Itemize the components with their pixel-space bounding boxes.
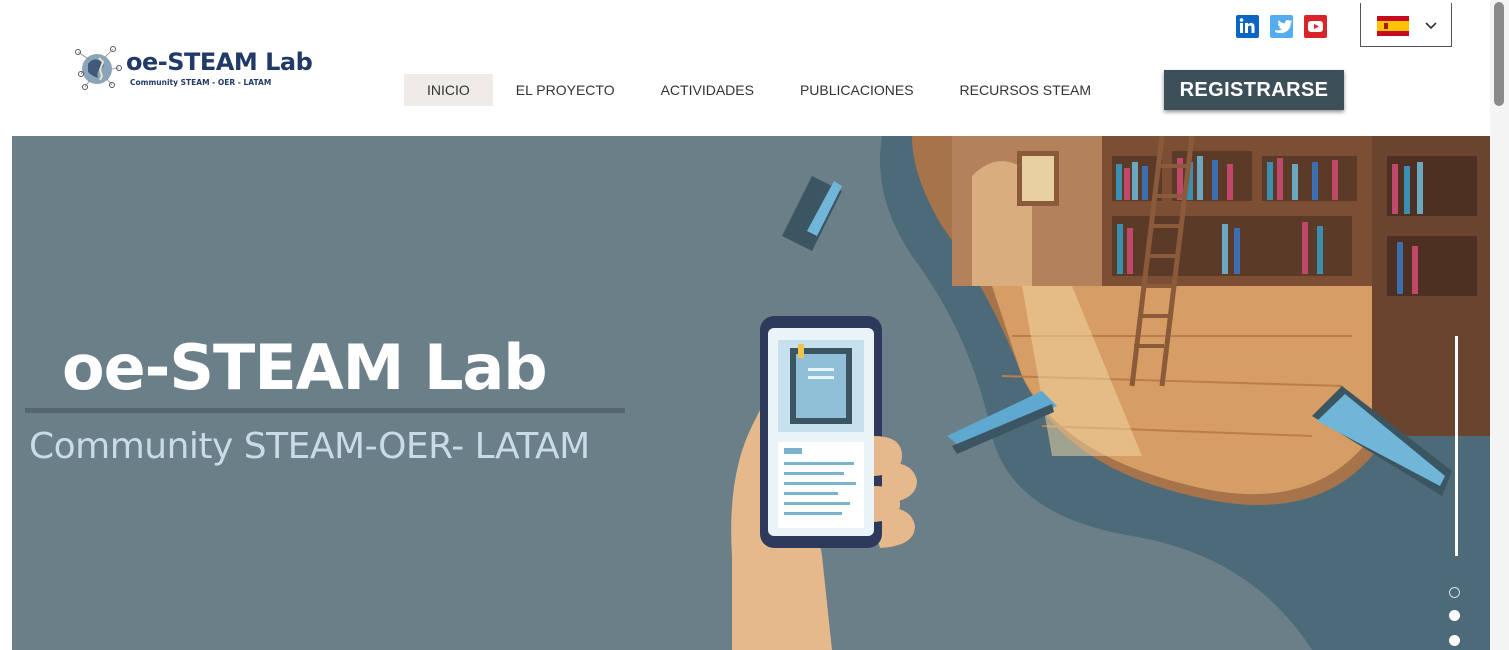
language-selector[interactable] [1360,3,1452,47]
spain-flag-icon [1377,16,1409,36]
nav-item-el-proyecto[interactable]: EL PROYECTO [493,74,638,106]
page-scrollbar[interactable] [1490,0,1509,650]
hero-divider [25,408,625,413]
hero-title: oe-STEAM Lab [62,331,548,404]
linkedin-icon[interactable] [1236,15,1259,38]
chevron-down-icon [1425,22,1437,30]
twitter-icon[interactable] [1270,15,1293,38]
scrollbar-thumb[interactable] [1494,2,1504,106]
slide-dot-1[interactable] [1449,587,1460,598]
hero-slider: oe-STEAM Lab Community STEAM-OER- LATAM [12,136,1490,650]
slide-dot-2[interactable] [1449,610,1460,621]
main-nav: INICIO EL PROYECTO ACTIVIDADES PUBLICACI… [404,74,1114,106]
register-button[interactable]: REGISTRARSE [1164,70,1344,110]
youtube-icon[interactable] [1304,15,1327,38]
globe-logo-icon [75,46,122,90]
nav-item-actividades[interactable]: ACTIVIDADES [638,74,777,106]
site-header: oe-STEAM Lab Community STEAM - OER - LAT… [0,0,1490,136]
slider-progress-track [1455,336,1458,556]
nav-item-publicaciones[interactable]: PUBLICACIONES [777,74,937,106]
nav-item-inicio[interactable]: INICIO [404,74,493,106]
nav-item-recursos-steam[interactable]: RECURSOS STEAM [937,74,1114,106]
slide-dot-3[interactable] [1449,635,1460,646]
logo-title: oe-STEAM Lab [126,48,313,76]
hero-subtitle: Community STEAM-OER- LATAM [29,426,590,467]
logo-tagline: Community STEAM - OER - LATAM [130,78,272,87]
site-logo[interactable]: oe-STEAM Lab Community STEAM - OER - LAT… [70,42,330,98]
